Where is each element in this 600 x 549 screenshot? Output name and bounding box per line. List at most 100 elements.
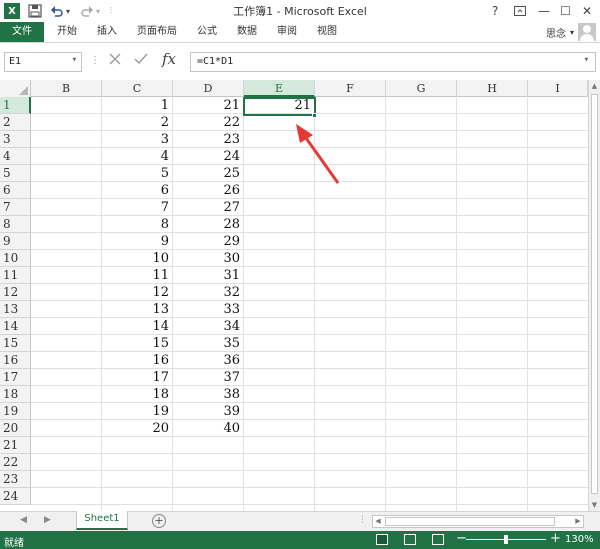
row-header[interactable]: 11 bbox=[0, 267, 31, 284]
redo-dropdown-icon[interactable]: ▾ bbox=[96, 2, 100, 20]
restore-button[interactable]: ☐ bbox=[560, 2, 571, 20]
cell-D3[interactable]: 23 bbox=[173, 131, 243, 148]
tab-view[interactable]: 视图 bbox=[312, 22, 342, 42]
fill-handle[interactable] bbox=[312, 113, 317, 118]
save-icon[interactable] bbox=[28, 2, 42, 20]
cell-D19[interactable]: 39 bbox=[173, 403, 243, 420]
page-layout-view-icon[interactable] bbox=[404, 534, 416, 545]
zoom-in-button[interactable]: + bbox=[550, 531, 561, 546]
sheet-tab-sheet1[interactable]: Sheet1 bbox=[76, 511, 128, 530]
select-all-button[interactable] bbox=[0, 80, 31, 97]
horizontal-scroll-thumb[interactable] bbox=[385, 517, 555, 526]
row-header[interactable]: 24 bbox=[0, 488, 31, 505]
cell-C2[interactable]: 2 bbox=[102, 114, 172, 131]
row-header[interactable]: 4 bbox=[0, 148, 31, 165]
cell-D8[interactable]: 28 bbox=[173, 216, 243, 233]
cell-D6[interactable]: 26 bbox=[173, 182, 243, 199]
close-button[interactable]: ✕ bbox=[582, 2, 592, 20]
row-header[interactable]: 10 bbox=[0, 250, 31, 267]
cell-D10[interactable]: 30 bbox=[173, 250, 243, 267]
row-header[interactable]: 18 bbox=[0, 386, 31, 403]
scroll-down-icon[interactable]: ▼ bbox=[589, 499, 600, 511]
column-header[interactable]: D bbox=[173, 80, 244, 97]
cell-C17[interactable]: 17 bbox=[102, 369, 172, 386]
column-header[interactable]: H bbox=[457, 80, 528, 97]
cell-C1[interactable]: 1 bbox=[102, 97, 172, 114]
row-header[interactable]: 17 bbox=[0, 369, 31, 386]
cancel-icon[interactable] bbox=[108, 52, 122, 70]
enter-icon[interactable] bbox=[134, 52, 148, 70]
column-header-selected[interactable]: E bbox=[244, 80, 315, 97]
cell-C7[interactable]: 7 bbox=[102, 199, 172, 216]
active-cell-border[interactable] bbox=[243, 97, 316, 116]
minimize-button[interactable]: — bbox=[538, 2, 550, 20]
row-header[interactable]: 16 bbox=[0, 352, 31, 369]
name-box[interactable]: E1 ▾ bbox=[4, 52, 82, 72]
cell-C13[interactable]: 13 bbox=[102, 301, 172, 318]
tab-formulas[interactable]: 公式 bbox=[192, 22, 222, 42]
column-header[interactable]: F bbox=[315, 80, 386, 97]
cell-C15[interactable]: 15 bbox=[102, 335, 172, 352]
tab-page-layout[interactable]: 页面布局 bbox=[134, 22, 180, 42]
ribbon-display-options-icon[interactable] bbox=[514, 2, 526, 20]
cell-D7[interactable]: 27 bbox=[173, 199, 243, 216]
row-header[interactable]: 21 bbox=[0, 437, 31, 454]
vertical-scrollbar[interactable]: ▲ ▼ bbox=[588, 80, 600, 511]
cell-D15[interactable]: 35 bbox=[173, 335, 243, 352]
row-header[interactable]: 13 bbox=[0, 301, 31, 318]
scroll-right-icon[interactable]: ▶ bbox=[573, 516, 583, 527]
tab-home[interactable]: 开始 bbox=[52, 22, 82, 42]
add-sheet-button[interactable]: + bbox=[152, 514, 166, 528]
cell-D17[interactable]: 37 bbox=[173, 369, 243, 386]
undo-dropdown-icon[interactable]: ▾ bbox=[66, 2, 70, 20]
cell-D4[interactable]: 24 bbox=[173, 148, 243, 165]
horizontal-scrollbar[interactable]: ◀ ▶ bbox=[372, 515, 584, 528]
cell-D14[interactable]: 34 bbox=[173, 318, 243, 335]
cell-D11[interactable]: 31 bbox=[173, 267, 243, 284]
row-header[interactable]: 5 bbox=[0, 165, 31, 182]
cell-C10[interactable]: 10 bbox=[102, 250, 172, 267]
cell-C6[interactable]: 6 bbox=[102, 182, 172, 199]
tab-file[interactable]: 文件 bbox=[0, 22, 44, 42]
row-header[interactable]: 19 bbox=[0, 403, 31, 420]
undo-icon[interactable] bbox=[50, 2, 64, 20]
redo-icon[interactable] bbox=[80, 2, 94, 20]
help-button[interactable]: ? bbox=[492, 2, 498, 20]
row-header[interactable]: 15 bbox=[0, 335, 31, 352]
scroll-up-icon[interactable]: ▲ bbox=[589, 80, 600, 92]
cell-D18[interactable]: 38 bbox=[173, 386, 243, 403]
user-account[interactable]: 思念 ▾ bbox=[546, 22, 596, 42]
vertical-scroll-thumb[interactable] bbox=[591, 94, 598, 494]
insert-function-button[interactable]: fx bbox=[162, 50, 176, 68]
row-header[interactable]: 7 bbox=[0, 199, 31, 216]
customize-toolbar-icon[interactable]: ⫶ bbox=[110, 2, 112, 20]
cell-C4[interactable]: 4 bbox=[102, 148, 172, 165]
chevron-down-icon[interactable]: ▾ bbox=[72, 55, 77, 65]
row-header[interactable]: 6 bbox=[0, 182, 31, 199]
row-header[interactable]: 9 bbox=[0, 233, 31, 250]
cell-C8[interactable]: 8 bbox=[102, 216, 172, 233]
cell-C16[interactable]: 16 bbox=[102, 352, 172, 369]
zoom-level[interactable]: 130% bbox=[565, 534, 594, 545]
prev-sheet-icon[interactable]: ◀ bbox=[20, 515, 27, 525]
avatar[interactable] bbox=[578, 23, 596, 41]
row-header[interactable]: 14 bbox=[0, 318, 31, 335]
cell-D12[interactable]: 32 bbox=[173, 284, 243, 301]
cell-C18[interactable]: 18 bbox=[102, 386, 172, 403]
worksheet-grid[interactable]: B C D E F G H I 1 2 3 4 5 6 7 8 9 10 11 12 13 14 15 16 1… bbox=[0, 80, 588, 511]
tab-insert[interactable]: 插入 bbox=[92, 22, 122, 42]
cell-C12[interactable]: 12 bbox=[102, 284, 172, 301]
cell-D1[interactable]: 21 bbox=[173, 97, 243, 114]
cell-C20[interactable]: 20 bbox=[102, 420, 172, 437]
normal-view-icon[interactable] bbox=[376, 534, 388, 545]
tab-review[interactable]: 审阅 bbox=[272, 22, 302, 42]
cell-C11[interactable]: 11 bbox=[102, 267, 172, 284]
cell-C19[interactable]: 19 bbox=[102, 403, 172, 420]
row-header-selected[interactable]: 1 bbox=[0, 97, 31, 114]
cell-C14[interactable]: 14 bbox=[102, 318, 172, 335]
page-break-preview-icon[interactable] bbox=[432, 534, 444, 545]
row-header[interactable]: 22 bbox=[0, 454, 31, 471]
column-header[interactable]: B bbox=[31, 80, 102, 97]
row-header[interactable]: 8 bbox=[0, 216, 31, 233]
tab-split-grip-icon[interactable]: ⋮ bbox=[358, 515, 367, 525]
